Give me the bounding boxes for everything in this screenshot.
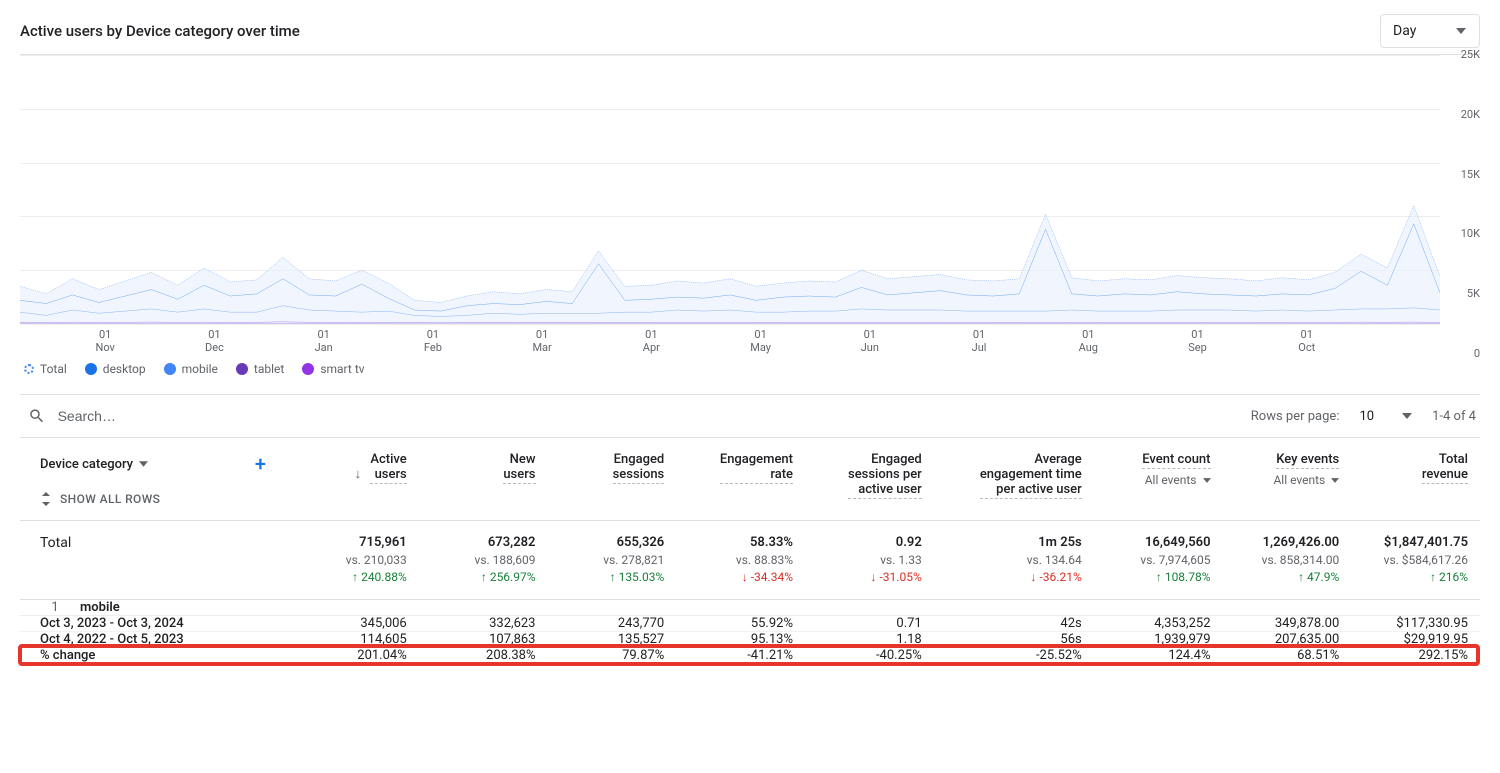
rows-per-page-label: Rows per page:	[1251, 409, 1340, 424]
add-dimension-button[interactable]: +	[255, 452, 266, 476]
legend-smarttv[interactable]: smart tv	[302, 362, 364, 376]
col-esp[interactable]: Engagedsessions peractive user	[805, 438, 934, 521]
dimension-header[interactable]: Device category	[40, 457, 133, 472]
total-row-label: Total	[40, 535, 278, 551]
total-cell: $1,847,401.75vs. $584,617.26↑ 216%	[1351, 521, 1480, 600]
x-tick: 01Mar	[532, 328, 551, 354]
col-key-events[interactable]: Key events All events	[1223, 438, 1352, 521]
col-event-count[interactable]: Event count All events	[1094, 438, 1223, 521]
chevron-down-icon[interactable]	[139, 461, 148, 467]
x-tick: 01Apr	[643, 328, 660, 354]
x-tick: 01Sep	[1188, 328, 1207, 354]
legend-swatch-total	[24, 364, 34, 374]
y-tick: 15K	[1444, 168, 1480, 181]
period-row: Oct 4, 2022 - Oct 5, 2023114,605107,8631…	[20, 632, 1480, 648]
y-tick: 25K	[1444, 48, 1480, 61]
chevron-down-icon	[1402, 413, 1412, 419]
event-count-filter[interactable]: All events	[1145, 473, 1211, 487]
legend-swatch-desktop	[85, 363, 97, 375]
granularity-select[interactable]: Day	[1380, 14, 1480, 48]
total-cell: 655,326vs. 278,821↑ 135.03%	[548, 521, 677, 600]
col-new-users[interactable]: Newusers	[419, 438, 548, 521]
x-tick: 01May	[750, 328, 771, 354]
y-tick: 20K	[1444, 108, 1480, 121]
col-revenue[interactable]: Totalrevenue	[1351, 438, 1480, 521]
chevron-down-icon	[1331, 478, 1339, 483]
table-search-input[interactable]	[56, 407, 1247, 425]
rows-per-page-select[interactable]: 10	[1359, 409, 1412, 424]
legend-swatch-mobile	[164, 363, 176, 375]
x-tick: 01Nov	[96, 328, 115, 354]
search-icon	[28, 407, 46, 425]
legend-mobile[interactable]: mobile	[164, 362, 218, 376]
granularity-value: Day	[1393, 23, 1416, 39]
legend-desktop[interactable]: desktop	[85, 362, 146, 376]
col-active-users[interactable]: ↓ Activeusers	[290, 438, 419, 521]
legend-tablet[interactable]: tablet	[236, 362, 284, 376]
segment-row[interactable]: 1mobile	[20, 600, 1480, 616]
pct-change-row: % change201.04%208.38%79.87%-41.21%-40.2…	[20, 648, 1480, 664]
y-tick: 0	[1444, 347, 1480, 360]
legend-total[interactable]: Total	[24, 362, 67, 376]
total-cell: 1,269,426.00vs. 858,314.00↑ 47.9%	[1223, 521, 1352, 600]
key-events-filter[interactable]: All events	[1273, 473, 1339, 487]
total-cell: 715,961vs. 210,033↑ 240.88%	[290, 521, 419, 600]
col-engagement-rate[interactable]: Engagementrate	[676, 438, 805, 521]
x-tick: 01Oct	[1298, 328, 1315, 354]
total-cell: 16,649,560vs. 7,974,605↑ 108.78%	[1094, 521, 1223, 600]
y-tick: 10K	[1444, 227, 1480, 240]
x-tick: 01Aug	[1079, 328, 1098, 354]
legend-swatch-smarttv	[302, 363, 314, 375]
x-tick: 01Feb	[424, 328, 442, 354]
chevron-down-icon	[1456, 26, 1466, 36]
chart-legend: Total desktop mobile tablet smart tv	[20, 362, 1480, 376]
x-tick: 01Jan	[315, 328, 333, 354]
col-aet[interactable]: Averageengagement timeper active user	[934, 438, 1094, 521]
line-chart	[20, 55, 1440, 324]
legend-swatch-tablet	[236, 363, 248, 375]
show-all-rows-button[interactable]: SHOW ALL ROWS	[40, 492, 278, 506]
col-engaged-sessions[interactable]: Engagedsessions	[548, 438, 677, 521]
total-cell: 1m 25svs. 134.64↓ -36.21%	[934, 521, 1094, 600]
x-tick: 01Dec	[205, 328, 224, 354]
pagination-range: 1-4 of 4	[1432, 409, 1476, 424]
chevron-down-icon	[1203, 478, 1211, 483]
x-tick: 01Jul	[972, 328, 987, 354]
sort-desc-icon: ↓	[355, 466, 362, 482]
expand-icon	[40, 492, 52, 506]
chart-title: Active users by Device category over tim…	[20, 22, 300, 40]
period-row: Oct 3, 2023 - Oct 3, 2024345,006332,6232…	[20, 616, 1480, 632]
chart-area: 01Nov 01Dec 01Jan 01Feb 01Mar 01Apr 01May 01Jun…	[20, 54, 1480, 354]
total-cell: 58.33%vs. 88.83%↓ -34.34%	[676, 521, 805, 600]
y-tick: 5K	[1444, 287, 1480, 300]
total-cell: 673,282vs. 188,609↑ 256.97%	[419, 521, 548, 600]
x-tick: 01Jun	[861, 328, 879, 354]
total-cell: 0.92vs. 1.33↓ -31.05%	[805, 521, 934, 600]
